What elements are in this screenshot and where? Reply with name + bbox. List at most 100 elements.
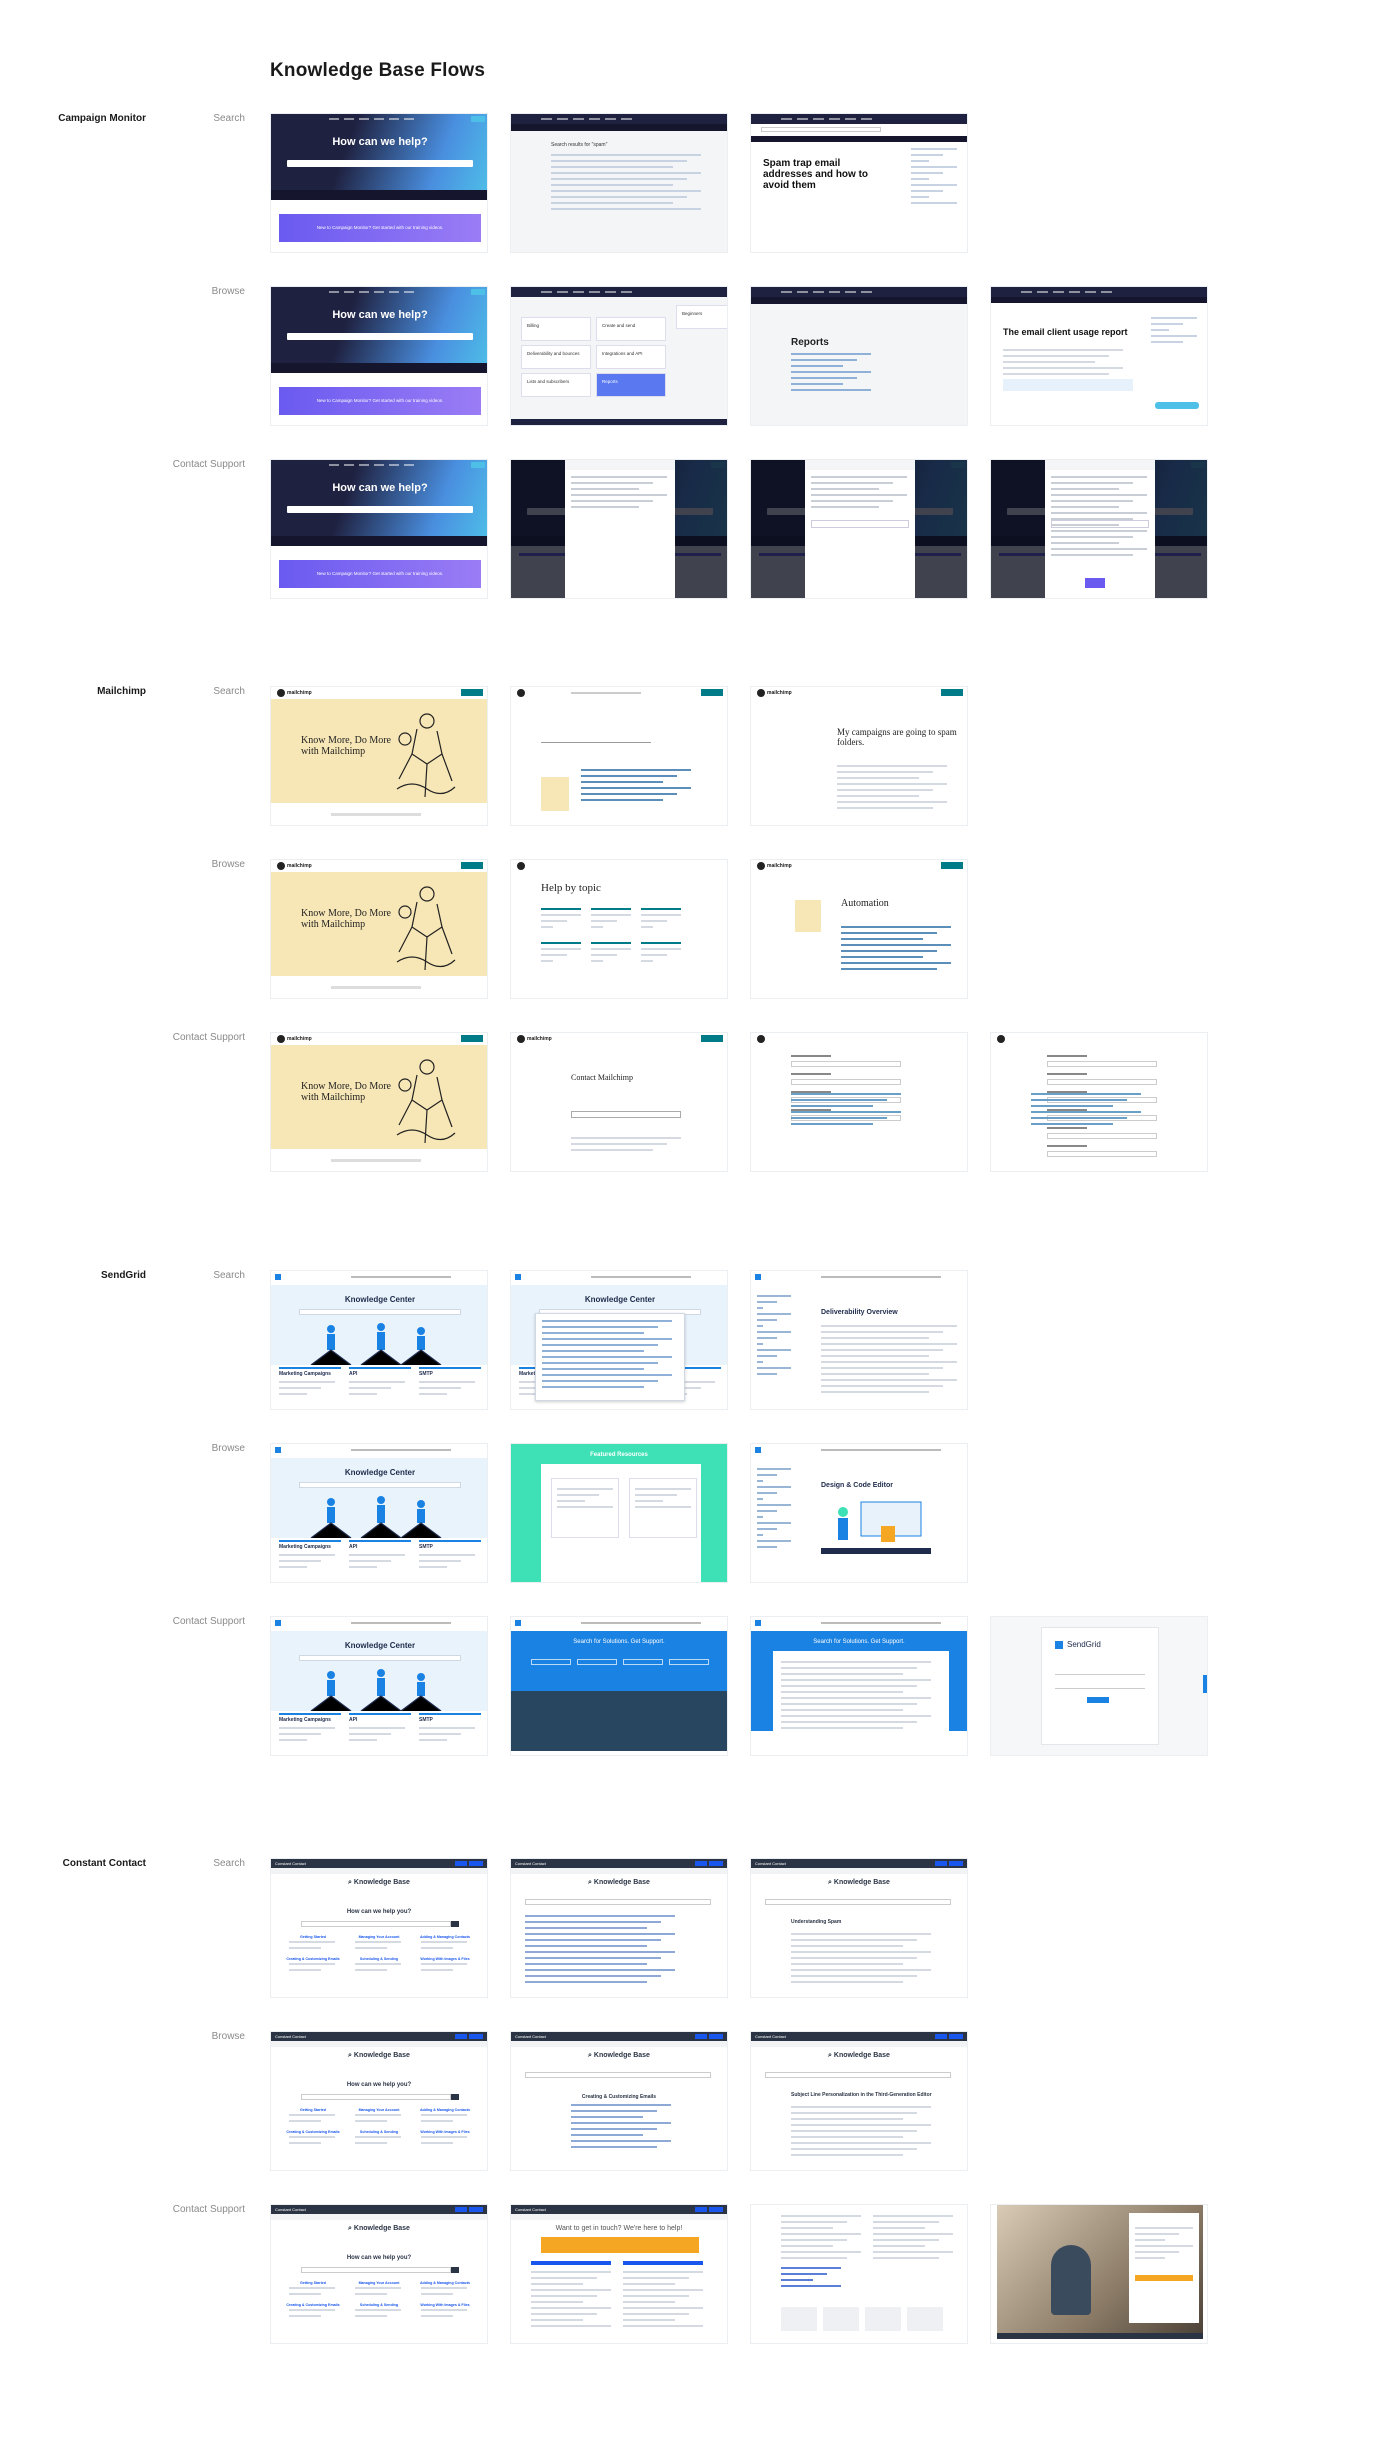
nav-item xyxy=(1037,291,1048,293)
alert-banner xyxy=(541,2237,699,2253)
text-line xyxy=(781,1679,931,1681)
topic-link xyxy=(641,942,681,944)
category-bar xyxy=(271,536,487,546)
hero-title: Know More, Do More with Mailchimp xyxy=(301,908,391,930)
logo-text: Constant Contact xyxy=(275,2207,306,2212)
text-line xyxy=(571,488,639,490)
resource-card xyxy=(551,1478,619,1538)
kb-title: ⌕ Knowledge Base xyxy=(348,1879,410,1886)
text-line xyxy=(1135,2251,1179,2253)
text-line xyxy=(279,1554,335,1556)
hero-title: Know More, Do More with Mailchimp xyxy=(301,735,391,757)
nav-item xyxy=(344,464,354,466)
promo-card xyxy=(541,777,569,811)
logo-text: mailchimp xyxy=(527,1036,552,1042)
flow-label: Contact Support xyxy=(172,1616,245,1627)
nav-item xyxy=(573,291,584,293)
text-line xyxy=(781,1703,917,1705)
topic-link: Managing Your Account xyxy=(358,2281,400,2285)
search-input xyxy=(301,2094,451,2100)
select-field xyxy=(1051,520,1149,528)
text-line xyxy=(419,1387,461,1389)
text-line xyxy=(541,914,581,916)
nav-item xyxy=(374,464,384,466)
article-title: Deliverability Overview xyxy=(821,1309,898,1316)
text-line xyxy=(571,506,639,508)
feedback-tab xyxy=(1203,1675,1207,1693)
form-label xyxy=(1047,1145,1087,1147)
text-line xyxy=(421,2293,453,2295)
text-line xyxy=(641,960,653,962)
screen-thumbnail: Search for Solutions. Get Support. xyxy=(510,1616,728,1756)
text-line xyxy=(911,184,957,186)
text-line xyxy=(635,1488,691,1490)
screen-thumbnail: Reports xyxy=(750,286,968,426)
flow-label: Browse xyxy=(211,2031,245,2042)
text-line xyxy=(791,1951,931,1953)
footer-panel xyxy=(511,1691,727,1751)
text-line xyxy=(1051,476,1147,478)
text-line xyxy=(531,2277,597,2279)
nav-item xyxy=(605,118,616,120)
section-title: Reports xyxy=(791,337,829,348)
text-line xyxy=(1135,2233,1179,2235)
text-line xyxy=(781,1673,903,1675)
text-line xyxy=(421,1947,453,1949)
nav-item xyxy=(621,291,632,293)
text-line xyxy=(821,1343,957,1345)
topic-link: Adding & Managing Contacts xyxy=(419,2108,471,2112)
text-line xyxy=(1003,349,1123,351)
text-line xyxy=(551,208,701,210)
text-line xyxy=(757,1492,777,1494)
text-line xyxy=(591,1276,691,1278)
text-line xyxy=(791,1117,887,1119)
text-line xyxy=(781,2273,827,2275)
nav-item xyxy=(541,118,552,120)
topic-link xyxy=(591,908,631,910)
company-label: Mailchimp xyxy=(97,686,146,697)
signup-button xyxy=(709,2034,723,2039)
nav-item xyxy=(404,291,414,293)
text-line xyxy=(623,2307,703,2309)
text-line xyxy=(757,1546,777,1548)
mailchimp-logo-icon xyxy=(517,1035,525,1043)
text-line xyxy=(791,1123,873,1125)
card-title: API xyxy=(349,1544,358,1550)
text-line xyxy=(1051,512,1147,514)
signup-button xyxy=(461,1035,483,1042)
card-title: Marketing Campaigns xyxy=(279,1717,331,1723)
screen-thumbnail: Help by topic xyxy=(510,859,728,999)
text-line xyxy=(635,1506,691,1508)
signup-button xyxy=(941,689,963,696)
text-line xyxy=(781,2245,833,2247)
text-line xyxy=(837,783,947,785)
sendgrid-logo-icon xyxy=(275,1620,281,1626)
text-line xyxy=(1031,1105,1113,1107)
screen-thumbnail: mailchimp Contact Mailchimp xyxy=(510,1032,728,1172)
text-line xyxy=(837,777,919,779)
text-line xyxy=(757,1468,791,1470)
text-line xyxy=(757,1331,791,1333)
text-line xyxy=(571,2128,657,2130)
text-line xyxy=(837,789,933,791)
text-line xyxy=(821,1337,929,1339)
text-line xyxy=(791,2154,903,2156)
screen-thumbnail: Billing Create and send Beginners Deliverab… xyxy=(510,286,728,426)
chat-button xyxy=(1155,402,1199,409)
article-title: My campaigns are going to spam folders. xyxy=(837,727,957,747)
text-line xyxy=(421,2315,453,2317)
topic-link: Managing Your Account xyxy=(358,1935,400,1939)
illustration xyxy=(387,709,457,799)
text-line xyxy=(1051,542,1119,544)
sub-nav xyxy=(271,2041,487,2047)
text-line xyxy=(1031,1117,1127,1119)
mailchimp-logo-icon xyxy=(997,1035,1005,1043)
text-line xyxy=(289,2309,335,2311)
text-line xyxy=(349,1733,391,1735)
text-line xyxy=(571,2146,657,2148)
text-line xyxy=(1003,373,1109,375)
text-line xyxy=(1051,530,1147,532)
text-line xyxy=(841,956,923,958)
illustration xyxy=(387,882,457,972)
text-line xyxy=(641,920,667,922)
